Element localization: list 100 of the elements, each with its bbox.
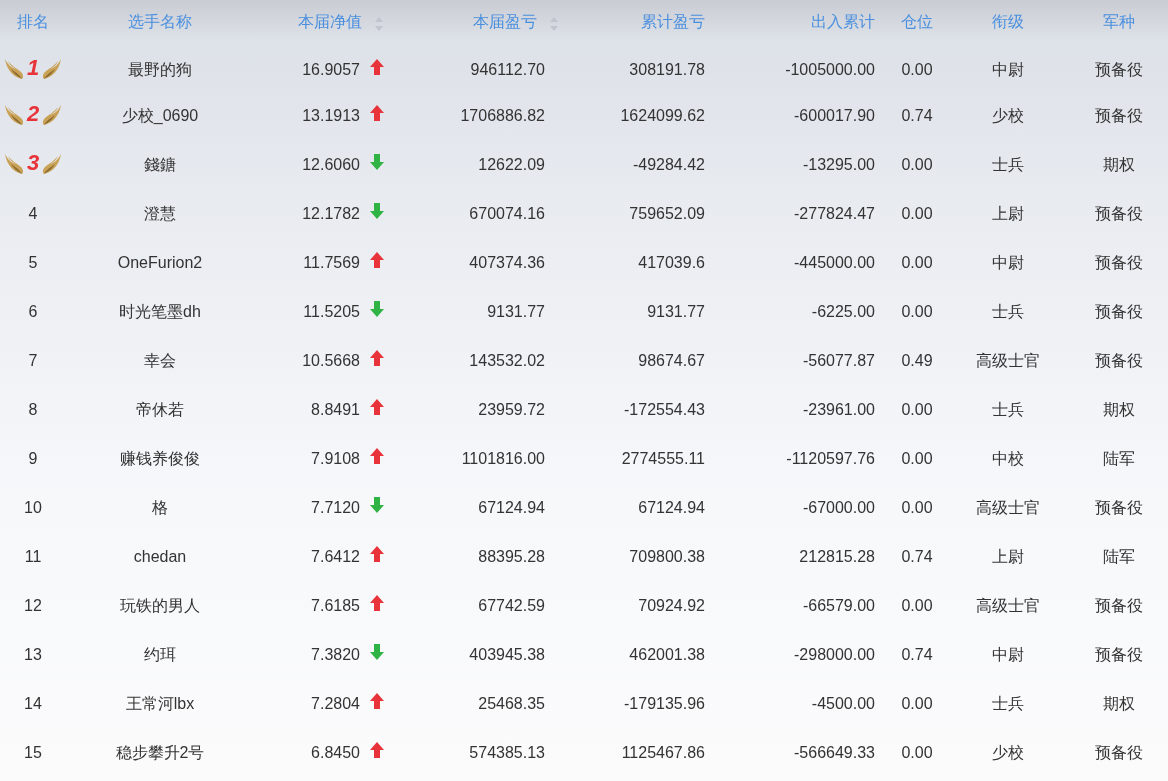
table-cell: 期权 <box>1103 400 1135 418</box>
player-name: 錢鎕 <box>144 155 176 173</box>
table-cell: 士兵 <box>991 302 1024 320</box>
table-cell: 0.74 <box>901 106 933 124</box>
player-name: 格 <box>152 498 168 516</box>
rank-number: 3 <box>25 149 41 178</box>
table-cell: 0.00 <box>901 498 933 516</box>
table-cell: 1101816.00 <box>461 449 545 467</box>
table-cell: 0.00 <box>901 449 933 467</box>
table-cell: -66579.00 <box>802 596 875 614</box>
table-cell: 98674.67 <box>638 351 705 369</box>
table-cell: 462001.38 <box>629 645 705 663</box>
table-cell: 25468.35 <box>478 694 545 712</box>
table-cell: 陆军 <box>1103 547 1135 565</box>
column-header: 军种 <box>1103 13 1135 30</box>
table-cell: -277824.47 <box>794 204 875 222</box>
column-header: 出入累计 <box>811 13 875 30</box>
table-cell: 预备役 <box>1095 253 1143 271</box>
table-cell: 0.00 <box>901 204 933 222</box>
table-cell: 88395.28 <box>478 547 545 565</box>
net-value: 11.5205 <box>303 302 360 320</box>
player-name: 稳步攀升2号 <box>115 743 205 761</box>
rank-number: 11 <box>24 547 42 565</box>
net-value: 7.6185 <box>311 596 360 614</box>
rank-number: 2 <box>25 100 41 129</box>
net-value: 11.7569 <box>303 253 360 271</box>
table-cell: 0.74 <box>901 547 933 565</box>
rank-number: 8 <box>28 400 38 418</box>
table-cell: 0.00 <box>901 400 933 418</box>
table-cell: 0.49 <box>901 351 933 369</box>
table-cell: -566649.33 <box>794 743 875 761</box>
table-cell: 中尉 <box>991 645 1024 663</box>
player-name: OneFurion2 <box>117 253 203 271</box>
rank-number: 14 <box>24 694 42 712</box>
table-cell: 少校 <box>991 743 1024 761</box>
player-name: 玩铁的男人 <box>120 596 200 614</box>
table-cell: 407374.36 <box>469 253 545 271</box>
table-cell: 预备役 <box>1095 204 1143 222</box>
column-header[interactable]: 本届盈亏 <box>473 13 537 30</box>
table-cell: 67124.94 <box>478 498 545 516</box>
net-value: 7.6412 <box>311 547 360 565</box>
table-cell: 67124.94 <box>638 498 705 516</box>
player-name: 帝休若 <box>136 400 184 418</box>
net-value: 10.5668 <box>302 351 360 369</box>
net-value: 7.9108 <box>311 449 360 467</box>
table-cell: 0.00 <box>901 155 933 173</box>
table-cell: -179135.96 <box>624 694 705 712</box>
rank-number: 5 <box>28 253 38 271</box>
column-header: 衔级 <box>991 13 1024 30</box>
column-header[interactable]: 本届净值 <box>298 13 362 30</box>
player-name: chedan <box>133 547 187 565</box>
rank-number: 6 <box>28 302 38 320</box>
table-cell: 高级士官 <box>975 596 1040 614</box>
table-cell: 少校 <box>991 106 1024 124</box>
table-cell: 1706886.82 <box>460 106 545 124</box>
rank-number: 10 <box>24 498 42 516</box>
table-cell: 预备役 <box>1095 498 1143 516</box>
table-cell: 417039.6 <box>638 253 705 271</box>
table-cell: 士兵 <box>991 155 1024 173</box>
table-cell: 高级士官 <box>975 351 1040 369</box>
table-cell: 0.00 <box>901 302 933 320</box>
table-cell: 中尉 <box>991 253 1024 271</box>
table-cell: 0.00 <box>901 694 933 712</box>
column-header: 排名 <box>17 13 49 30</box>
sort-icon[interactable] <box>549 15 559 32</box>
rank-number: 13 <box>24 645 42 663</box>
table-cell: -67000.00 <box>802 498 875 516</box>
table-cell: 中尉 <box>991 60 1024 78</box>
table-cell: 403945.38 <box>469 645 545 663</box>
sort-icon[interactable] <box>374 15 384 32</box>
net-value: 7.3820 <box>311 645 360 663</box>
table-cell: 1125467.86 <box>621 743 705 761</box>
column-header: 累计盈亏 <box>641 13 705 30</box>
net-value: 12.6060 <box>302 155 360 173</box>
table-cell: 预备役 <box>1095 596 1143 614</box>
player-name: 时光笔墨dh <box>119 302 201 320</box>
table-cell: 期权 <box>1103 155 1135 173</box>
table-cell: -23961.00 <box>802 400 875 418</box>
table-cell: 中校 <box>991 449 1024 467</box>
table-cell: 陆军 <box>1103 449 1135 467</box>
table-cell: 709800.38 <box>629 547 705 565</box>
net-value: 8.8491 <box>311 400 360 418</box>
table-cell: 670074.16 <box>469 204 545 222</box>
table-cell: 预备役 <box>1095 106 1143 124</box>
net-value: 6.8450 <box>311 743 360 761</box>
net-value: 12.1782 <box>302 204 360 222</box>
table-cell: 212815.28 <box>799 547 875 565</box>
table-cell: 0.00 <box>901 253 933 271</box>
table-cell: -49284.42 <box>632 155 705 173</box>
table-cell: 士兵 <box>991 400 1024 418</box>
table-cell: -1005000.00 <box>785 60 875 78</box>
player-name: 约珥 <box>144 645 176 663</box>
table-cell: 预备役 <box>1095 60 1143 78</box>
table-cell: -600017.90 <box>794 106 875 124</box>
table-cell: 67742.59 <box>478 596 545 614</box>
net-value: 16.9057 <box>302 60 360 78</box>
table-cell: 574385.13 <box>469 743 545 761</box>
table-cell: -1120597.76 <box>786 449 875 467</box>
table-cell: 预备役 <box>1095 351 1143 369</box>
column-header: 仓位 <box>901 13 933 30</box>
